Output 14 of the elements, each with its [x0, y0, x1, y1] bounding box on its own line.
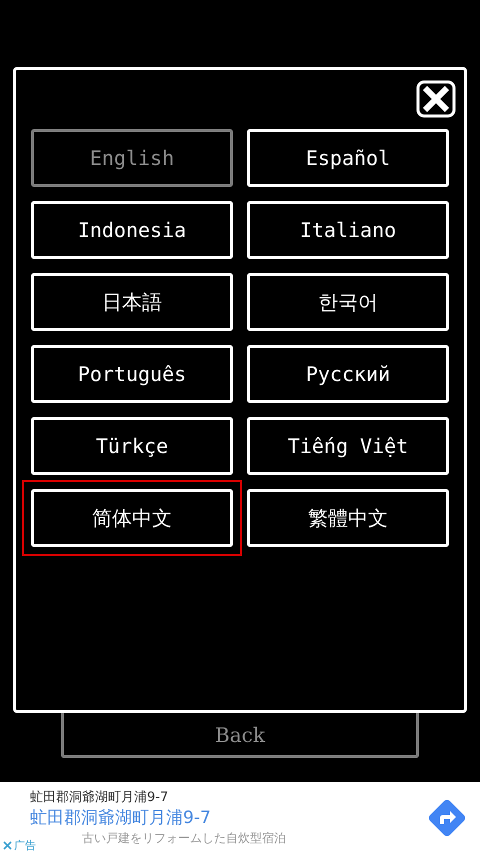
- ad-description: 古い戸建をリフォームした自炊型宿泊: [81, 830, 287, 846]
- language-button[interactable]: Tiếng Việt: [247, 417, 449, 475]
- language-button[interactable]: 한국어: [247, 273, 449, 331]
- language-button[interactable]: Português: [31, 345, 233, 403]
- language-button[interactable]: Türkçe: [31, 417, 233, 475]
- ad-address: 虻田郡洞爺湖町月浦9-7: [30, 790, 170, 806]
- language-button[interactable]: 日本語: [31, 273, 233, 331]
- language-button[interactable]: 简体中文: [31, 489, 233, 547]
- language-button[interactable]: Italiano: [247, 201, 449, 259]
- language-button[interactable]: Indonesia: [31, 201, 233, 259]
- language-button[interactable]: Русский: [247, 345, 449, 403]
- ad-link[interactable]: 虻田郡洞爺湖町月浦9-7: [30, 806, 426, 830]
- language-button[interactable]: 繁體中文: [247, 489, 449, 547]
- language-button[interactable]: Español: [247, 129, 449, 187]
